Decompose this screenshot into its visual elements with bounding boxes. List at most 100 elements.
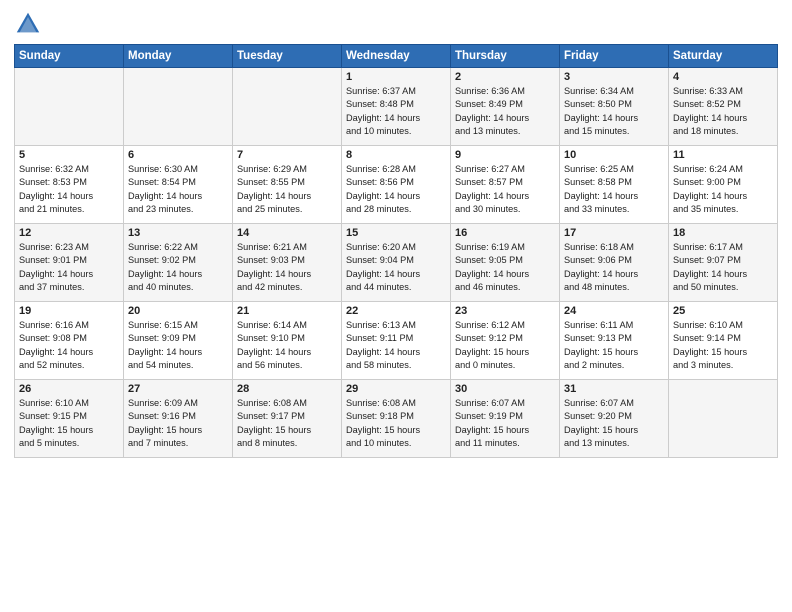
calendar-cell: 9Sunrise: 6:27 AM Sunset: 8:57 PM Daylig… xyxy=(451,146,560,224)
weekday-header: Sunday xyxy=(15,45,124,68)
day-number: 7 xyxy=(237,149,337,161)
day-info: Sunrise: 6:33 AM Sunset: 8:52 PM Dayligh… xyxy=(673,85,773,138)
day-number: 8 xyxy=(346,149,446,161)
calendar-cell: 25 Sunrise: 6:10 AM Sunset: 9:14 PM Dayli… xyxy=(669,302,778,380)
calendar-cell: 23 Sunrise: 6:12 AM Sunset: 9:12 PM Dayli… xyxy=(451,302,560,380)
day-number: 17 xyxy=(564,227,664,239)
day-info: Sunrise: 6:10 AM Sunset: 9:15 PM Dayligh… xyxy=(19,397,119,450)
logo-icon xyxy=(14,10,42,38)
day-number: 25 xyxy=(673,305,773,317)
calendar-cell: 27 Sunrise: 6:09 AM Sunset: 9:16 PM Dayli… xyxy=(124,380,233,458)
day-info: Sunrise: 6:37 AM Sunset: 8:48 PM Dayligh… xyxy=(346,85,446,138)
calendar-cell: 1 Sunrise: 6:37 AM Sunset: 8:48 PM Daylig… xyxy=(342,68,451,146)
day-number: 26 xyxy=(19,383,119,395)
day-info: Sunrise: 6:19 AM Sunset: 9:05 PM Dayligh… xyxy=(455,241,555,294)
calendar-cell: 22 Sunrise: 6:13 AM Sunset: 9:11 PM Dayli… xyxy=(342,302,451,380)
calendar-cell xyxy=(669,380,778,458)
calendar-cell xyxy=(233,68,342,146)
calendar-cell: 10 Sunrise: 6:25 AM Sunset: 8:58 PM Dayli… xyxy=(560,146,669,224)
day-info: Sunrise: 6:12 AM Sunset: 9:12 PM Dayligh… xyxy=(455,319,555,372)
calendar-cell: 2 Sunrise: 6:36 AM Sunset: 8:49 PM Daylig… xyxy=(451,68,560,146)
day-info: Sunrise: 6:25 AM Sunset: 8:58 PM Dayligh… xyxy=(564,163,664,216)
weekday-header-row: SundayMondayTuesdayWednesdayThursdayFrid… xyxy=(15,45,778,68)
calendar-cell: 24 Sunrise: 6:11 AM Sunset: 9:13 PM Dayli… xyxy=(560,302,669,380)
day-info: Sunrise: 6:07 AM Sunset: 9:20 PM Dayligh… xyxy=(564,397,664,450)
day-info: Sunrise: 6:28 AM Sunset: 8:56 PM Dayligh… xyxy=(346,163,446,216)
calendar-cell: 3 Sunrise: 6:34 AM Sunset: 8:50 PM Daylig… xyxy=(560,68,669,146)
day-number: 5 xyxy=(19,149,119,161)
day-number: 4 xyxy=(673,71,773,83)
day-info: Sunrise: 6:22 AM Sunset: 9:02 PM Dayligh… xyxy=(128,241,228,294)
day-number: 14 xyxy=(237,227,337,239)
day-number: 10 xyxy=(564,149,664,161)
calendar-cell: 18Sunrise: 6:17 AM Sunset: 9:07 PM Dayli… xyxy=(669,224,778,302)
weekday-header: Saturday xyxy=(669,45,778,68)
day-info: Sunrise: 6:27 AM Sunset: 8:57 PM Dayligh… xyxy=(455,163,555,216)
weekday-header: Wednesday xyxy=(342,45,451,68)
day-info: Sunrise: 6:11 AM Sunset: 9:13 PM Dayligh… xyxy=(564,319,664,372)
day-info: Sunrise: 6:21 AM Sunset: 9:03 PM Dayligh… xyxy=(237,241,337,294)
day-number: 12 xyxy=(19,227,119,239)
calendar-cell: 11 Sunrise: 6:24 AM Sunset: 9:00 PM Dayli… xyxy=(669,146,778,224)
calendar-week-row: 1 Sunrise: 6:37 AM Sunset: 8:48 PM Daylig… xyxy=(15,68,778,146)
day-info: Sunrise: 6:10 AM Sunset: 9:14 PM Dayligh… xyxy=(673,319,773,372)
day-info: Sunrise: 6:30 AM Sunset: 8:54 PM Dayligh… xyxy=(128,163,228,216)
calendar-cell: 31 Sunrise: 6:07 AM Sunset: 9:20 PM Dayli… xyxy=(560,380,669,458)
calendar-cell: 21 Sunrise: 6:14 AM Sunset: 9:10 PM Dayli… xyxy=(233,302,342,380)
calendar-cell: 30Sunrise: 6:07 AM Sunset: 9:19 PM Dayli… xyxy=(451,380,560,458)
day-info: Sunrise: 6:32 AM Sunset: 8:53 PM Dayligh… xyxy=(19,163,119,216)
day-info: Sunrise: 6:13 AM Sunset: 9:11 PM Dayligh… xyxy=(346,319,446,372)
day-number: 16 xyxy=(455,227,555,239)
calendar-cell xyxy=(15,68,124,146)
day-info: Sunrise: 6:23 AM Sunset: 9:01 PM Dayligh… xyxy=(19,241,119,294)
day-info: Sunrise: 6:20 AM Sunset: 9:04 PM Dayligh… xyxy=(346,241,446,294)
day-number: 1 xyxy=(346,71,446,83)
day-number: 29 xyxy=(346,383,446,395)
day-number: 27 xyxy=(128,383,228,395)
day-info: Sunrise: 6:09 AM Sunset: 9:16 PM Dayligh… xyxy=(128,397,228,450)
day-info: Sunrise: 6:24 AM Sunset: 9:00 PM Dayligh… xyxy=(673,163,773,216)
day-info: Sunrise: 6:08 AM Sunset: 9:18 PM Dayligh… xyxy=(346,397,446,450)
weekday-header: Monday xyxy=(124,45,233,68)
day-number: 28 xyxy=(237,383,337,395)
day-info: Sunrise: 6:17 AM Sunset: 9:07 PM Dayligh… xyxy=(673,241,773,294)
weekday-header: Friday xyxy=(560,45,669,68)
calendar-cell: 4 Sunrise: 6:33 AM Sunset: 8:52 PM Daylig… xyxy=(669,68,778,146)
calendar-cell: 26 Sunrise: 6:10 AM Sunset: 9:15 PM Dayli… xyxy=(15,380,124,458)
calendar-cell: 7Sunrise: 6:29 AM Sunset: 8:55 PM Daylig… xyxy=(233,146,342,224)
calendar-cell: 8 Sunrise: 6:28 AM Sunset: 8:56 PM Daylig… xyxy=(342,146,451,224)
calendar-table: SundayMondayTuesdayWednesdayThursdayFrid… xyxy=(14,44,778,458)
day-number: 23 xyxy=(455,305,555,317)
calendar-week-row: 12 Sunrise: 6:23 AM Sunset: 9:01 PM Dayli… xyxy=(15,224,778,302)
day-number: 6 xyxy=(128,149,228,161)
calendar-week-row: 5 Sunrise: 6:32 AM Sunset: 8:53 PM Daylig… xyxy=(15,146,778,224)
day-number: 2 xyxy=(455,71,555,83)
calendar-cell: 6 Sunrise: 6:30 AM Sunset: 8:54 PM Daylig… xyxy=(124,146,233,224)
weekday-header: Thursday xyxy=(451,45,560,68)
day-number: 13 xyxy=(128,227,228,239)
day-number: 11 xyxy=(673,149,773,161)
calendar-week-row: 26 Sunrise: 6:10 AM Sunset: 9:15 PM Dayli… xyxy=(15,380,778,458)
calendar-week-row: 19 Sunrise: 6:16 AM Sunset: 9:08 PM Dayli… xyxy=(15,302,778,380)
day-info: Sunrise: 6:16 AM Sunset: 9:08 PM Dayligh… xyxy=(19,319,119,372)
calendar-cell: 29 Sunrise: 6:08 AM Sunset: 9:18 PM Dayli… xyxy=(342,380,451,458)
calendar-cell: 12 Sunrise: 6:23 AM Sunset: 9:01 PM Dayli… xyxy=(15,224,124,302)
day-number: 31 xyxy=(564,383,664,395)
day-info: Sunrise: 6:15 AM Sunset: 9:09 PM Dayligh… xyxy=(128,319,228,372)
calendar-cell: 5 Sunrise: 6:32 AM Sunset: 8:53 PM Daylig… xyxy=(15,146,124,224)
day-info: Sunrise: 6:14 AM Sunset: 9:10 PM Dayligh… xyxy=(237,319,337,372)
calendar-cell: 20 Sunrise: 6:15 AM Sunset: 9:09 PM Dayli… xyxy=(124,302,233,380)
calendar-cell: 14 Sunrise: 6:21 AM Sunset: 9:03 PM Dayli… xyxy=(233,224,342,302)
weekday-header: Tuesday xyxy=(233,45,342,68)
calendar-cell: 13 Sunrise: 6:22 AM Sunset: 9:02 PM Dayli… xyxy=(124,224,233,302)
day-number: 19 xyxy=(19,305,119,317)
day-number: 22 xyxy=(346,305,446,317)
calendar-cell: 15Sunrise: 6:20 AM Sunset: 9:04 PM Dayli… xyxy=(342,224,451,302)
day-number: 3 xyxy=(564,71,664,83)
day-number: 21 xyxy=(237,305,337,317)
calendar-cell: 16 Sunrise: 6:19 AM Sunset: 9:05 PM Dayli… xyxy=(451,224,560,302)
day-number: 20 xyxy=(128,305,228,317)
day-number: 24 xyxy=(564,305,664,317)
day-info: Sunrise: 6:34 AM Sunset: 8:50 PM Dayligh… xyxy=(564,85,664,138)
day-info: Sunrise: 6:36 AM Sunset: 8:49 PM Dayligh… xyxy=(455,85,555,138)
